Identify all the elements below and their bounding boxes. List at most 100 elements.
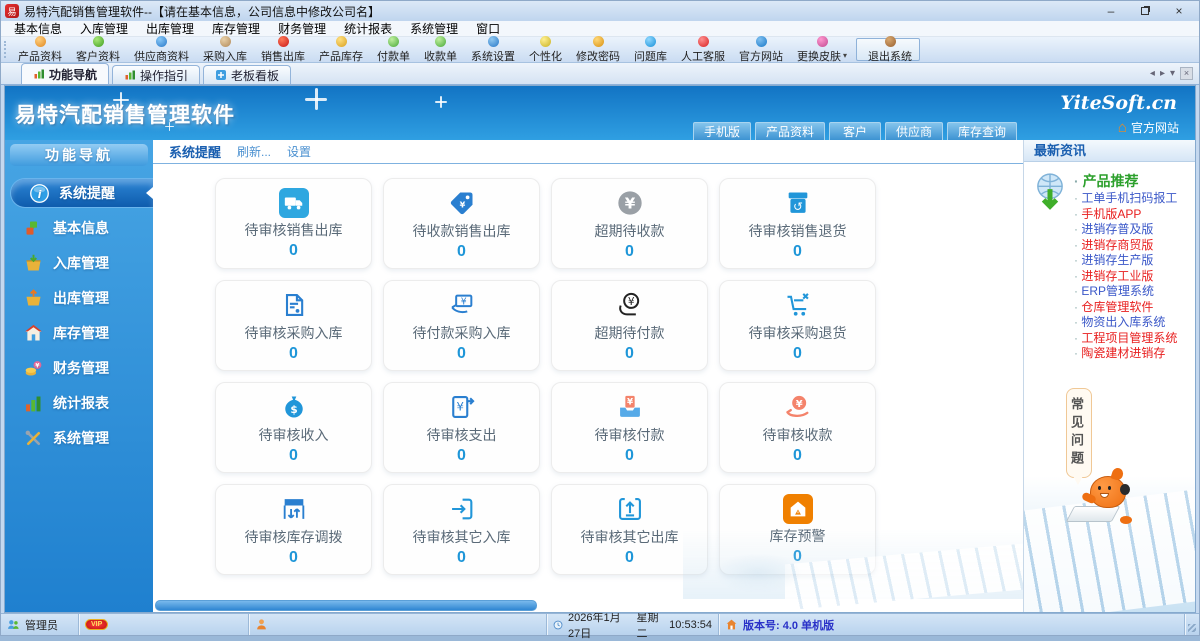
reminder-card[interactable]: 待审核销售出库 0 <box>215 178 372 269</box>
minimize-button[interactable]: – <box>1095 2 1127 20</box>
official-site-link[interactable]: ⌂ 官方网站 <box>1118 119 1179 136</box>
menu-item[interactable]: 库存管理 <box>203 21 269 37</box>
toolbar-button[interactable]: 人工客服▾ <box>674 35 732 63</box>
reminder-card[interactable]: 待审核收款 0 <box>719 382 876 473</box>
sidebar-item[interactable]: 出库管理 <box>5 283 153 313</box>
close-button[interactable]: × <box>1163 2 1195 20</box>
toolbar-button[interactable]: 产品资料▾ <box>11 35 69 63</box>
reminder-card-count: 0 <box>289 241 298 259</box>
reminder-card-label: 待审核其它出库 <box>580 528 679 545</box>
news-item[interactable]: 进销存工业版 <box>1074 269 1192 285</box>
reminder-card-label: 待付款采购入库 <box>412 324 511 341</box>
sidebar-item[interactable]: 入库管理 <box>5 248 153 278</box>
toolbar-button[interactable]: 问题库▾ <box>627 35 674 63</box>
menu-item[interactable]: 系统管理 <box>401 21 467 37</box>
menu-item[interactable]: 基本信息 <box>5 21 71 37</box>
toolbar-button[interactable]: 个性化▾ <box>522 35 569 63</box>
menu-item[interactable]: 统计报表 <box>335 21 401 37</box>
reminder-card-icon <box>784 391 812 423</box>
toolbar-button[interactable]: 退出系统▾ <box>856 35 921 63</box>
sidebar-item-icon <box>23 428 44 449</box>
support-mascot[interactable] <box>1065 466 1148 532</box>
sidebar-item[interactable]: 统计报表 <box>5 388 153 418</box>
reminder-card-icon <box>448 391 476 423</box>
reminder-card[interactable]: 待审核采购退货 0 <box>719 280 876 371</box>
toolbar-button[interactable]: 更换皮肤 ▾ <box>790 35 854 63</box>
reminder-card[interactable]: 待审核收入 0 <box>215 382 372 473</box>
tab[interactable]: 老板看板 <box>203 65 292 84</box>
toolbar-button[interactable]: 供应商资料▾ <box>127 35 196 63</box>
sidebar-item[interactable]: 系统管理 <box>5 423 153 453</box>
banner-quick-button[interactable]: 产品资料 <box>754 122 825 140</box>
reminder-card[interactable]: 待审核支出 0 <box>383 382 540 473</box>
toolbar-button[interactable]: 销售出库▾ <box>254 35 312 63</box>
app-logo-icon: 易 <box>5 4 19 18</box>
tab-menu-icon[interactable]: ▾ <box>1170 68 1175 79</box>
news-item[interactable]: 进销存普及版 <box>1074 222 1192 238</box>
restore-icon <box>1141 7 1149 15</box>
sidebar-item-icon <box>29 183 50 204</box>
banner-quick-button[interactable]: 手机版 <box>692 122 751 140</box>
toolbar-button[interactable]: 付款单▾ <box>370 35 417 63</box>
mascot-eye <box>1098 486 1101 490</box>
reminder-card[interactable]: 待付款采购入库 0 <box>383 280 540 371</box>
toolbar-button[interactable]: 收款单▾ <box>417 35 464 63</box>
news-item[interactable]: 工程项目管理系统 <box>1074 331 1192 347</box>
resize-grip[interactable] <box>1185 614 1199 635</box>
reminder-card[interactable]: 待审核其它入库 0 <box>383 484 540 575</box>
news-item[interactable]: 进销存商贸版 <box>1074 238 1192 254</box>
news-item[interactable]: 手机版APP <box>1074 207 1192 223</box>
reminder-card[interactable]: 库存预警 0 <box>719 484 876 575</box>
banner-quick-button[interactable]: 供应商 <box>884 122 943 140</box>
reminder-card[interactable]: 待审核采购入库 0 <box>215 280 372 371</box>
refresh-link[interactable]: 刷新... <box>237 143 271 160</box>
news-item[interactable]: 仓库管理软件 <box>1074 300 1192 316</box>
toolbar-button[interactable]: 产品库存▾ <box>312 35 370 63</box>
mascot-foot <box>1120 516 1132 524</box>
reminder-card[interactable]: 待审核销售退货 0 <box>719 178 876 269</box>
menu-item[interactable]: 出库管理 <box>137 21 203 37</box>
tab-scroll-right-icon[interactable]: ▸ <box>1160 68 1165 79</box>
settings-link[interactable]: 设置 <box>287 143 311 160</box>
news-item[interactable]: 物资出入库系统 <box>1074 315 1192 331</box>
tab[interactable]: 操作指引 <box>112 65 201 84</box>
reminder-card-count: 0 <box>625 242 634 260</box>
sidebar-item[interactable]: 库存管理 <box>5 318 153 348</box>
reminder-card[interactable]: 超期待收款 0 <box>551 178 708 269</box>
faq-bubble[interactable]: 常见问题 <box>1066 388 1092 485</box>
sidebar-item[interactable]: 系统提醒 <box>10 178 153 208</box>
horizontal-scrollbar-thumb[interactable] <box>155 600 537 611</box>
toolbar-button[interactable]: 采购入库▾ <box>196 35 254 63</box>
tab-label: 功能导航 <box>49 67 98 82</box>
sidebar-item-label: 库存管理 <box>53 325 109 341</box>
menu-item[interactable]: 财务管理 <box>269 21 335 37</box>
tab-scroll-left-icon[interactable]: ◂ <box>1150 68 1155 79</box>
sidebar-item[interactable]: 基本信息 <box>5 213 153 243</box>
toolbar-button-icon <box>388 35 399 47</box>
toolbar-button[interactable]: 官方网站▾ <box>732 35 790 63</box>
reminder-card[interactable]: 超期待付款 0 <box>551 280 708 371</box>
toolbar-button[interactable]: 系统设置▾ <box>464 35 522 63</box>
news-item[interactable]: 产品推荐 <box>1074 172 1192 191</box>
reminder-card-count: 0 <box>625 344 634 362</box>
news-item[interactable]: 进销存生产版 <box>1074 253 1192 269</box>
sidebar-item[interactable]: 财务管理 <box>5 353 153 383</box>
reminder-card[interactable]: 待收款销售出库 0 <box>383 178 540 269</box>
banner-quick-button[interactable]: 库存查询 <box>946 122 1017 140</box>
restore-button[interactable] <box>1129 2 1161 20</box>
news-item[interactable]: 陶瓷建材进销存 <box>1074 346 1192 362</box>
banner-quick-button[interactable]: 客户 <box>828 122 881 140</box>
toolbar-button[interactable]: 修改密码▾ <box>569 35 627 63</box>
reminder-card[interactable]: 待审核付款 0 <box>551 382 708 473</box>
title-bar[interactable]: 易 易特汽配销售管理软件--【请在基本信息，公司信息中修改公司名】 – × <box>1 1 1199 21</box>
tab[interactable]: 功能导航 <box>21 63 110 84</box>
menu-item[interactable]: 窗口 <box>467 21 509 37</box>
tab-icon <box>124 69 136 81</box>
tab-close-icon[interactable]: × <box>1180 67 1193 80</box>
reminder-card[interactable]: 待审核库存调拨 0 <box>215 484 372 575</box>
news-item[interactable]: ERP管理系统 <box>1074 284 1192 300</box>
news-item[interactable]: 工单手机扫码报工 <box>1074 191 1192 207</box>
menu-item[interactable]: 入库管理 <box>71 21 137 37</box>
toolbar-button[interactable]: 客户资料▾ <box>69 35 127 63</box>
reminder-card[interactable]: 待审核其它出库 0 <box>551 484 708 575</box>
